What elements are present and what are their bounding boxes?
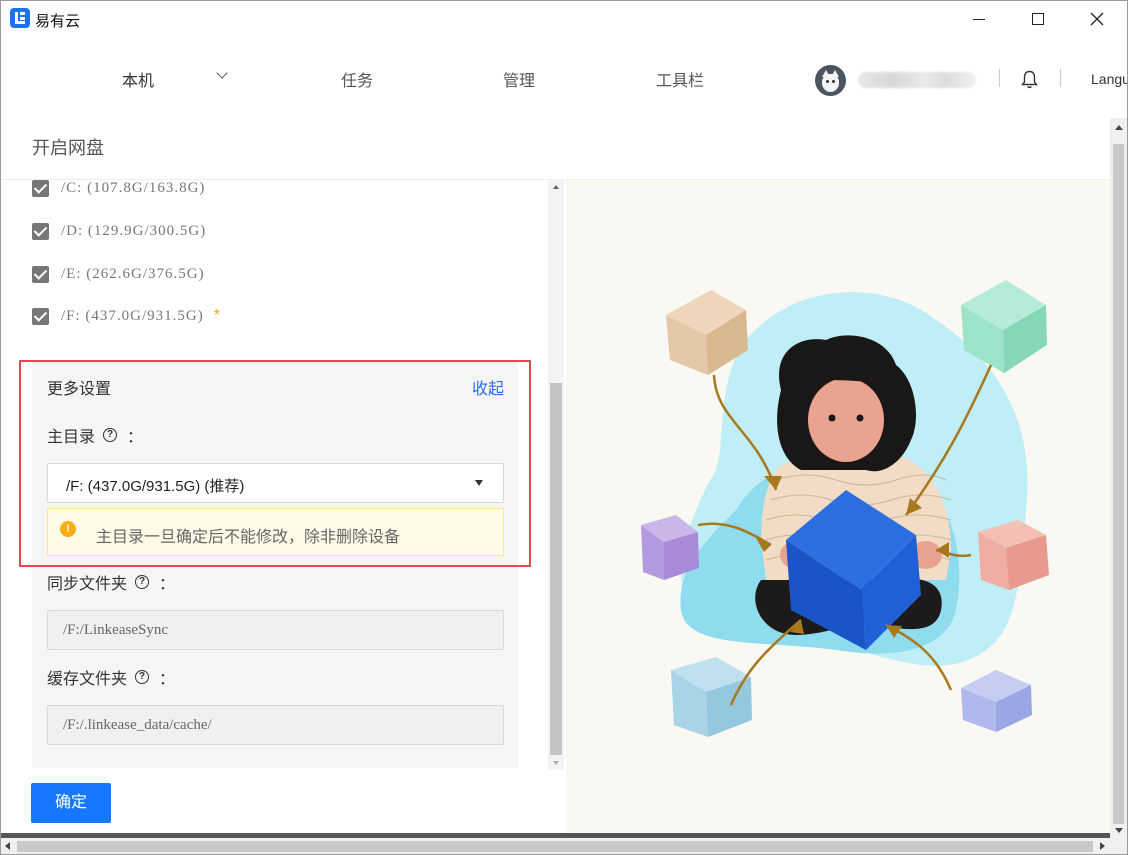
warning-icon: !: [60, 521, 76, 537]
warning-text: 主目录一旦确定后不能修改，除非删除设备: [96, 529, 401, 546]
label-colon: ：: [127, 429, 144, 446]
help-icon[interactable]: ?: [135, 670, 150, 684]
drive-checkbox[interactable]: [32, 180, 49, 197]
scroll-left-icon[interactable]: [5, 842, 10, 850]
scroll-down-icon[interactable]: [553, 761, 559, 765]
drive-checkbox[interactable]: [32, 307, 49, 325]
scroll-up-icon[interactable]: [553, 185, 559, 189]
label-colon: ：: [159, 671, 176, 688]
help-icon[interactable]: ?: [103, 428, 118, 442]
more-settings-title: 更多设置: [47, 381, 112, 398]
maximize-icon: [1032, 13, 1044, 25]
home-dir-label-text: 主目录: [47, 429, 96, 446]
app-logo-icon: [10, 8, 30, 28]
scroll-thumb[interactable]: [17, 841, 1093, 852]
close-button[interactable]: [1068, 0, 1126, 38]
home-dir-selected: /F: (437.0G/931.5G) (推荐): [66, 478, 245, 495]
divider: [1060, 69, 1061, 87]
minimize-icon: [973, 18, 985, 20]
avatar[interactable]: [815, 65, 846, 96]
person-with-cubes-illustration: [641, 280, 1049, 737]
chevron-down-icon[interactable]: [216, 67, 228, 79]
bell-icon[interactable]: [1021, 70, 1038, 89]
caret-down-icon: [475, 480, 483, 486]
cache-folder-label-text: 缓存文件夹: [47, 671, 128, 688]
nav-task[interactable]: 任务: [341, 67, 373, 91]
recommended-star-icon: *: [213, 307, 220, 324]
cache-folder-label: 缓存文件夹 ? ：: [47, 665, 175, 689]
sync-folder-label: 同步文件夹 ? ：: [47, 570, 175, 594]
maximize-button[interactable]: [1009, 0, 1067, 38]
more-settings-panel: 更多设置 收起 主目录 ? ： /F: (437.0G/931.5G) (推荐)…: [32, 362, 518, 768]
drive-item-c[interactable]: /C: (107.8G/163.8G): [32, 180, 205, 198]
drive-checkbox[interactable]: [32, 265, 49, 283]
scroll-thumb[interactable]: [550, 383, 562, 755]
home-dir-label: 主目录 ? ：: [47, 423, 143, 447]
drive-settings-panel: /C: (107.8G/163.8G) /D: (129.9G/300.5G) …: [0, 180, 548, 768]
illustration: [566, 180, 1111, 833]
scrollbar-corner: [1110, 838, 1128, 855]
drive-label: /E: (262.6G/376.5G): [61, 265, 205, 282]
window-horizontal-scrollbar[interactable]: [0, 838, 1110, 855]
app-title: 易有云: [35, 13, 81, 30]
title-bar: 易有云: [0, 0, 1128, 38]
drive-label: /F: (437.0G/931.5G): [61, 307, 204, 324]
cache-folder-value: /F:/.linkease_data/cache/: [63, 717, 212, 733]
confirm-button[interactable]: 确定: [31, 783, 111, 823]
top-nav: 本机 任务 管理 工具栏 Langu: [0, 38, 1128, 118]
drive-item-e[interactable]: /E: (262.6G/376.5G): [32, 264, 205, 284]
sync-folder-value: /F:/LinkeaseSync: [63, 622, 168, 638]
close-icon: [1090, 12, 1104, 26]
home-dir-select[interactable]: /F: (437.0G/931.5G) (推荐): [47, 463, 504, 503]
divider: [999, 69, 1000, 87]
label-colon: ：: [159, 576, 176, 593]
window-vertical-scrollbar[interactable]: [1110, 118, 1128, 838]
collapse-link[interactable]: 收起: [472, 375, 504, 399]
drive-item-f[interactable]: /F: (437.0G/931.5G) *: [32, 306, 220, 326]
cache-folder-input[interactable]: /F:/.linkease_data/cache/: [47, 705, 504, 745]
scroll-down-icon[interactable]: [1115, 828, 1123, 833]
scroll-thumb[interactable]: [1113, 144, 1124, 824]
drive-label: /C: (107.8G/163.8G): [61, 180, 206, 196]
help-icon[interactable]: ?: [135, 575, 150, 589]
scroll-right-icon[interactable]: [1100, 842, 1105, 850]
scroll-up-icon[interactable]: [1115, 125, 1123, 130]
drive-item-d[interactable]: /D: (129.9G/300.5G): [32, 221, 206, 241]
language-menu[interactable]: Langu: [1091, 71, 1128, 87]
sync-folder-input[interactable]: /F:/LinkeaseSync: [47, 610, 504, 650]
nav-manage[interactable]: 管理: [503, 67, 535, 91]
page-title: 开启网盘: [32, 138, 104, 159]
minimize-button[interactable]: [950, 0, 1008, 38]
page-header: 开启网盘: [0, 118, 1110, 180]
drive-checkbox[interactable]: [32, 222, 49, 240]
drive-label: /D: (129.9G/300.5G): [61, 222, 207, 239]
home-dir-warning: ! 主目录一旦确定后不能修改，除非删除设备: [47, 508, 504, 556]
username-blurred[interactable]: [858, 72, 976, 88]
panel-scrollbar[interactable]: [548, 180, 564, 770]
nav-tools[interactable]: 工具栏: [656, 67, 704, 91]
sync-folder-label-text: 同步文件夹: [47, 576, 128, 593]
nav-local[interactable]: 本机: [122, 67, 154, 91]
